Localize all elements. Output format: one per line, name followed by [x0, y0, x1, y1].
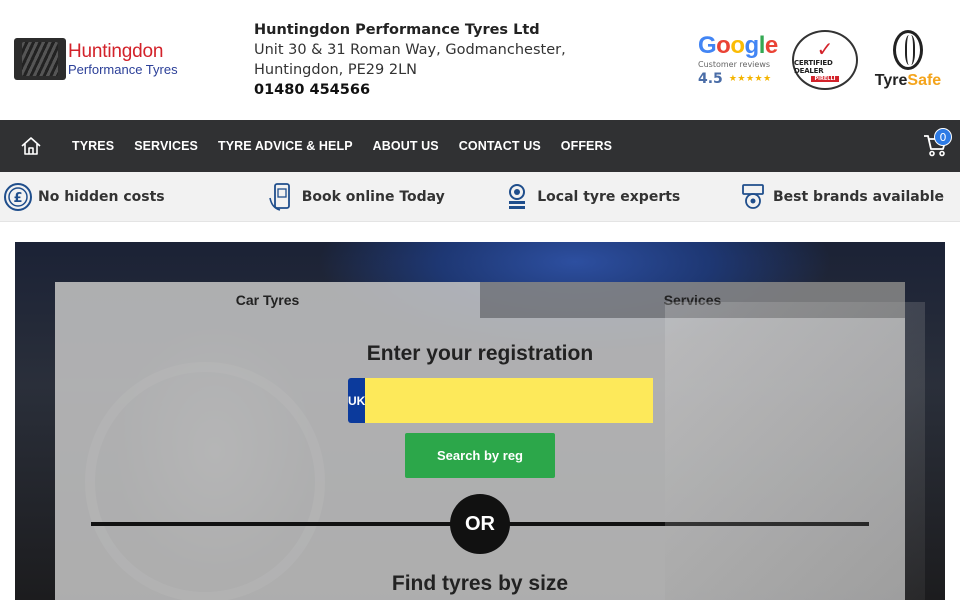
nav-item-about-us[interactable]: ABOUT US: [363, 139, 449, 153]
usp-bar: £ No hidden costs Book online Today Loca…: [0, 172, 960, 222]
usp-label: Best brands available: [772, 188, 944, 205]
nav-item-contact-us[interactable]: CONTACT US: [449, 139, 551, 153]
registration-input[interactable]: [365, 378, 654, 423]
usp-label: No hidden costs: [38, 188, 165, 205]
usp-label: Book online Today: [301, 188, 445, 205]
search-by-reg-button[interactable]: Search by reg: [405, 433, 555, 478]
google-rating: 4.5: [698, 70, 723, 87]
uk-plate-badge: UK: [348, 378, 366, 423]
cart-count-badge: 0: [934, 128, 952, 146]
usp-label: Local tyre experts: [537, 188, 681, 205]
tyre-icon: [893, 30, 923, 70]
cart-button[interactable]: 0: [922, 128, 952, 162]
hero-banner: Car Tyres Services Enter your registrati…: [15, 242, 945, 600]
tyre-logo-icon: [14, 38, 66, 80]
nav-item-tyre-advice[interactable]: TYRE ADVICE & HELP: [208, 139, 363, 153]
certified-dealer-badge: ✓ CERTIFIED DEALER PIRELLI: [792, 30, 858, 90]
google-reviews-badge[interactable]: Google Customer reviews 4.5 ★★★★★: [698, 31, 778, 87]
mobile-booking-icon: [266, 181, 298, 213]
company-name: Huntingdon Performance Tyres Ltd: [254, 22, 540, 38]
trust-badges: Google Customer reviews 4.5 ★★★★★ ✓ CERT…: [698, 30, 944, 90]
tyresafe-badge: TyreSafe: [872, 30, 944, 90]
site-logo[interactable]: Huntingdon Performance Tyres: [14, 38, 178, 80]
nav-item-tyres[interactable]: TYRES: [62, 139, 124, 153]
usp-item-best-brands: Best brands available: [709, 181, 960, 213]
tyresafe-label-a: Tyre: [874, 72, 908, 89]
usp-item-no-hidden-costs: £ No hidden costs: [0, 181, 238, 213]
tab-car-tyres[interactable]: Car Tyres: [55, 282, 480, 318]
pound-coin-icon: £: [2, 181, 34, 213]
certified-dealer-brand: PIRELLI: [811, 75, 839, 82]
home-icon: [21, 137, 41, 155]
logo-name: Huntingdon: [68, 41, 164, 62]
svg-text:£: £: [13, 191, 22, 206]
mechanic-icon: [501, 181, 533, 213]
main-nav: TYRES SERVICES TYRE ADVICE & HELP ABOUT …: [0, 120, 960, 172]
google-reviews-label: Customer reviews: [698, 59, 771, 69]
usp-item-book-online: Book online Today: [238, 181, 474, 213]
tyre-search-panel: Car Tyres Services Enter your registrati…: [55, 282, 905, 600]
address-line-1: Unit 30 & 31 Roman Way, Godmanchester,: [254, 42, 566, 58]
home-button[interactable]: [0, 136, 62, 156]
tyre-brands-icon: [737, 181, 769, 213]
google-logo: Google: [698, 31, 778, 59]
size-search-heading: Find tyres by size: [391, 572, 569, 595]
nav-item-services[interactable]: SERVICES: [124, 139, 208, 153]
phone-number[interactable]: 01480 454566: [254, 80, 566, 100]
or-badge: OR: [450, 494, 510, 554]
logo-subtitle: Performance Tyres: [68, 62, 178, 77]
registration-field: UK: [348, 378, 654, 423]
tyresafe-label-b: Safe: [907, 72, 942, 89]
certified-dealer-label: CERTIFIED DEALER: [794, 58, 833, 75]
registration-heading: Enter your registration: [366, 342, 594, 365]
checkmark-icon: ✓: [816, 36, 834, 61]
business-address: Huntingdon Performance Tyres Ltd Unit 30…: [254, 20, 566, 100]
site-header: Huntingdon Performance Tyres Huntingdon …: [0, 0, 960, 120]
address-line-2: Huntingdon, PE29 2LN: [254, 62, 417, 78]
star-rating-icon: ★★★★★: [728, 73, 772, 84]
tab-services[interactable]: Services: [480, 282, 905, 318]
nav-item-offers[interactable]: OFFERS: [551, 139, 622, 153]
usp-item-local-experts: Local tyre experts: [473, 181, 709, 213]
